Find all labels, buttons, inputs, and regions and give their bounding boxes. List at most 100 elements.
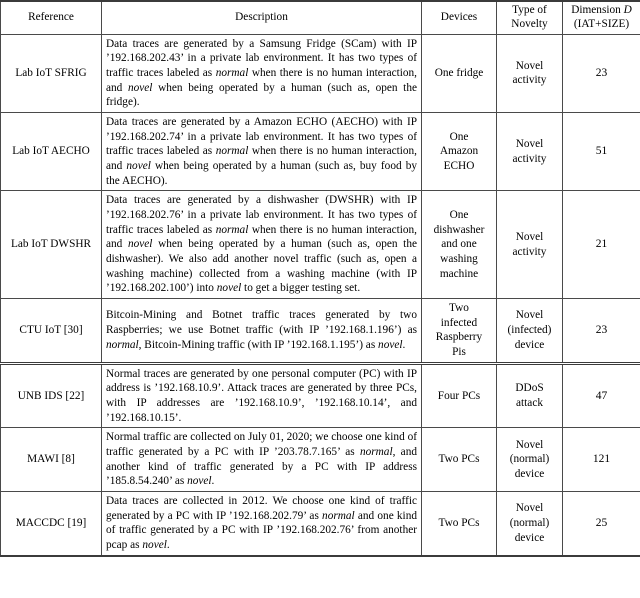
devices-line: machine (439, 267, 479, 280)
cell-type-of-novelty: Novel (normal) device (496, 427, 563, 493)
table-row: Lab IoT AECHO Data traces are generated b… (0, 111, 640, 192)
table-header: Reference Description Devices Type of No… (0, 0, 640, 35)
cell-devices: One dishwasher and one washing machine (421, 190, 497, 299)
table-header-row: Reference Description Devices Type of No… (0, 0, 640, 35)
description-emphasis: novel (127, 81, 153, 94)
table-row: UNB IDS [22] Normal traces are generated … (0, 362, 640, 429)
cell-reference: Lab IoT SFRIG (0, 33, 102, 113)
devices-line: Raspberry (435, 331, 483, 344)
description-text: when being operated by a human (such as,… (106, 159, 418, 187)
table-row: MACCDC [19] Data traces are collected in … (0, 491, 640, 557)
description-text: , Bitcoin-Mining traffic (with IP ’192.1… (138, 338, 379, 351)
cell-description: Data traces are collected in 2012. We ch… (101, 491, 422, 557)
devices-line: dishwasher (433, 223, 485, 236)
cell-devices: Two PCs (421, 427, 497, 493)
table-row: CTU IoT [30] Bitcoin-Mining and Botnet tr… (0, 297, 640, 365)
table-row: Lab IoT DWSHR Data traces are generated b… (0, 190, 640, 299)
column-header-type-of-novelty: Type of Novelty (496, 0, 563, 35)
description-emphasis: novel (127, 238, 153, 251)
cell-devices: Four PCs (421, 362, 497, 429)
devices-line: Amazon (439, 145, 479, 158)
cell-reference: MACCDC [19] (0, 491, 102, 557)
cell-type-of-novelty: Novel activity (496, 33, 563, 113)
novelty-line: device (514, 468, 545, 481)
column-header-devices: Devices (421, 0, 497, 35)
devices-line: One (449, 130, 469, 143)
novelty-line: Novel (515, 230, 544, 243)
cell-description: Data traces are generated by a Amazon EC… (101, 111, 422, 192)
novelty-header-line-1: Type of (512, 4, 547, 16)
cell-reference: CTU IoT [30] (0, 297, 102, 365)
cell-devices: One fridge (421, 33, 497, 113)
description-emphasis: normal (215, 223, 249, 236)
description-emphasis: normal (106, 338, 139, 351)
description-text: to get a bigger testing set. (241, 282, 361, 295)
devices-line: Four PCs (437, 389, 481, 402)
description-text: . (166, 539, 170, 552)
devices-line: infected (440, 316, 478, 329)
novelty-line: DDoS (515, 382, 544, 395)
table-row: MAWI [8] Normal traffic are collected on … (0, 427, 640, 493)
description-emphasis: normal (215, 66, 249, 79)
devices-line: Two (449, 301, 469, 314)
description-text: . (211, 475, 215, 488)
dimension-header-line-1: Dimension D (571, 4, 632, 16)
description-text: . (402, 338, 406, 351)
devices-line: ECHO (443, 159, 475, 172)
devices-line: Pis (452, 346, 466, 358)
devices-line: Two PCs (438, 517, 480, 530)
table-body: Lab IoT SFRIG Data traces are generated b… (0, 33, 640, 557)
cell-devices: Two PCs (421, 491, 497, 557)
table-row: Lab IoT SFRIG Data traces are generated b… (0, 33, 640, 113)
novelty-line: Novel (515, 438, 544, 451)
description-emphasis: novel (216, 282, 242, 295)
description-emphasis: normal (215, 145, 249, 158)
novelty-line: attack (516, 397, 543, 410)
cell-description: Data traces are generated by a Samsung F… (101, 33, 422, 113)
novelty-line: (infected) (507, 323, 552, 336)
cell-dimension: 121 (562, 427, 640, 493)
cell-dimension: 21 (562, 190, 640, 299)
dimension-header-line-2: (IAT+SIZE) (573, 17, 630, 30)
cell-reference: Lab IoT AECHO (0, 111, 102, 192)
cell-dimension: 23 (562, 33, 640, 113)
cell-description: Bitcoin-Mining and Botnet traffic traces… (101, 297, 422, 365)
cell-type-of-novelty: Novel activity (496, 190, 563, 299)
cell-type-of-novelty: Novel (infected) device (496, 297, 563, 365)
dataset-summary-table: Reference Description Devices Type of No… (0, 0, 640, 557)
novelty-line: activity (512, 152, 547, 165)
novelty-line: Novel (515, 502, 544, 515)
novelty-line: device (514, 338, 545, 351)
column-header-reference: Reference (0, 0, 102, 35)
novelty-header-line-2: Novelty (511, 17, 548, 30)
novelty-line: (normal) (509, 453, 550, 466)
cell-dimension: 25 (562, 491, 640, 557)
dimension-symbol: D (623, 4, 632, 16)
cell-type-of-novelty: Novel activity (496, 111, 563, 192)
column-header-dimension: Dimension D (IAT+SIZE) (562, 0, 640, 35)
devices-line: and one (441, 238, 477, 251)
cell-type-of-novelty: DDoS attack (496, 362, 563, 429)
column-header-description: Description (101, 0, 422, 35)
description-emphasis: normal (322, 509, 355, 522)
cell-dimension: 51 (562, 111, 640, 192)
cell-reference: Lab IoT DWSHR (0, 190, 102, 299)
description-emphasis: normal (359, 446, 393, 459)
cell-description: Data traces are generated by a dishwashe… (101, 190, 422, 299)
novelty-line: (normal) (509, 517, 550, 530)
novelty-line: device (514, 531, 545, 544)
novelty-line: activity (512, 245, 547, 258)
novelty-line: Novel (515, 309, 544, 322)
devices-line: Two PCs (438, 453, 480, 466)
cell-type-of-novelty: Novel (normal) device (496, 491, 563, 557)
description-emphasis: novel (142, 539, 167, 552)
description-emphasis: novel (126, 159, 151, 172)
cell-description: Normal traces are generated by one perso… (101, 362, 422, 429)
description-emphasis: novel (187, 475, 212, 488)
devices-line: One (449, 208, 469, 221)
description-text: when being operated by a human (such as,… (106, 81, 417, 109)
cell-devices: Two infected Raspberry Pis (421, 297, 497, 365)
description-emphasis: novel (378, 338, 403, 351)
novelty-line: Novel (515, 137, 544, 150)
description-text: Normal traces are generated by one perso… (106, 367, 417, 424)
